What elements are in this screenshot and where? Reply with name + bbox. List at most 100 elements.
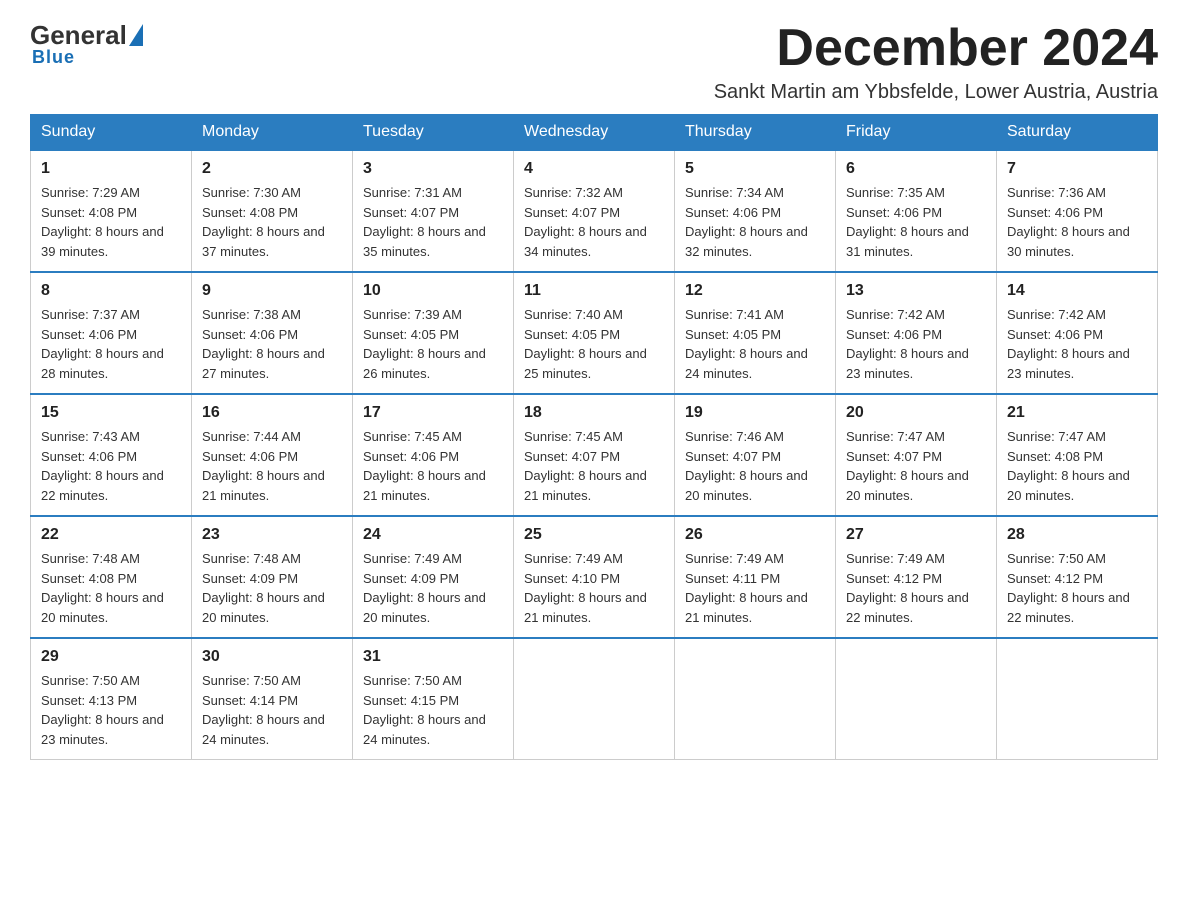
calendar-cell: 15Sunrise: 7:43 AMSunset: 4:06 PMDayligh…: [31, 394, 192, 516]
calendar-header-monday: Monday: [192, 115, 353, 151]
day-info: Sunrise: 7:49 AMSunset: 4:11 PMDaylight:…: [685, 551, 808, 625]
calendar-cell: 14Sunrise: 7:42 AMSunset: 4:06 PMDayligh…: [997, 272, 1158, 394]
day-number: 18: [524, 401, 664, 425]
calendar-cell: 16 Sunrise: 7:44 AMSunset: 4:06 PMDayligh…: [192, 394, 353, 516]
day-info: Sunrise: 7:42 AMSunset: 4:06 PMDaylight:…: [846, 307, 969, 381]
calendar-cell: 4 Sunrise: 7:32 AMSunset: 4:07 PMDaylight…: [514, 150, 675, 272]
day-info: Sunrise: 7:44 AMSunset: 4:06 PMDaylight:…: [202, 429, 325, 503]
calendar-cell: 26 Sunrise: 7:49 AMSunset: 4:11 PMDayligh…: [675, 516, 836, 638]
day-info: Sunrise: 7:49 AMSunset: 4:10 PMDaylight:…: [524, 551, 647, 625]
day-number: 25: [524, 523, 664, 547]
week-row-5: 29 Sunrise: 7:50 AMSunset: 4:13 PMDayligh…: [31, 638, 1158, 760]
day-info: Sunrise: 7:50 AMSunset: 4:13 PMDaylight:…: [41, 673, 164, 747]
day-number: 12: [685, 279, 825, 303]
logo-blue-text: Blue: [32, 47, 75, 68]
calendar-header-wednesday: Wednesday: [514, 115, 675, 151]
calendar-cell: 24 Sunrise: 7:49 AMSunset: 4:09 PMDayligh…: [353, 516, 514, 638]
location-subtitle: Sankt Martin am Ybbsfelde, Lower Austria…: [714, 81, 1158, 104]
calendar-header-tuesday: Tuesday: [353, 115, 514, 151]
day-number: 19: [685, 401, 825, 425]
day-info: Sunrise: 7:43 AMSunset: 4:06 PMDaylight:…: [41, 429, 164, 503]
week-row-1: 1Sunrise: 7:29 AMSunset: 4:08 PMDaylight…: [31, 150, 1158, 272]
day-info: Sunrise: 7:40 AMSunset: 4:05 PMDaylight:…: [524, 307, 647, 381]
day-info: Sunrise: 7:41 AMSunset: 4:05 PMDaylight:…: [685, 307, 808, 381]
calendar-table: SundayMondayTuesdayWednesdayThursdayFrid…: [30, 114, 1158, 760]
calendar-cell: 10 Sunrise: 7:39 AMSunset: 4:05 PMDayligh…: [353, 272, 514, 394]
calendar-header-thursday: Thursday: [675, 115, 836, 151]
calendar-cell: 13 Sunrise: 7:42 AMSunset: 4:06 PMDayligh…: [836, 272, 997, 394]
day-number: 20: [846, 401, 986, 425]
calendar-cell: 17 Sunrise: 7:45 AMSunset: 4:06 PMDayligh…: [353, 394, 514, 516]
logo: General Blue: [30, 20, 143, 68]
calendar-header-sunday: Sunday: [31, 115, 192, 151]
calendar-header-friday: Friday: [836, 115, 997, 151]
day-info: Sunrise: 7:50 AMSunset: 4:15 PMDaylight:…: [363, 673, 486, 747]
calendar-cell: 28Sunrise: 7:50 AMSunset: 4:12 PMDayligh…: [997, 516, 1158, 638]
logo-triangle-icon: [129, 24, 143, 46]
week-row-3: 15Sunrise: 7:43 AMSunset: 4:06 PMDayligh…: [31, 394, 1158, 516]
day-info: Sunrise: 7:48 AMSunset: 4:09 PMDaylight:…: [202, 551, 325, 625]
header-area: General Blue December 2024 Sankt Martin …: [30, 20, 1158, 104]
month-title: December 2024: [714, 20, 1158, 77]
calendar-cell: 1Sunrise: 7:29 AMSunset: 4:08 PMDaylight…: [31, 150, 192, 272]
calendar-cell: 7 Sunrise: 7:36 AMSunset: 4:06 PMDaylight…: [997, 150, 1158, 272]
calendar-cell: 30Sunrise: 7:50 AMSunset: 4:14 PMDayligh…: [192, 638, 353, 760]
day-number: 24: [363, 523, 503, 547]
day-number: 13: [846, 279, 986, 303]
week-row-2: 8Sunrise: 7:37 AMSunset: 4:06 PMDaylight…: [31, 272, 1158, 394]
day-info: Sunrise: 7:36 AMSunset: 4:06 PMDaylight:…: [1007, 185, 1130, 259]
title-area: December 2024 Sankt Martin am Ybbsfelde,…: [714, 20, 1158, 104]
day-info: Sunrise: 7:42 AMSunset: 4:06 PMDaylight:…: [1007, 307, 1130, 381]
day-info: Sunrise: 7:49 AMSunset: 4:12 PMDaylight:…: [846, 551, 969, 625]
day-number: 29: [41, 645, 181, 669]
calendar-cell: 31 Sunrise: 7:50 AMSunset: 4:15 PMDayligh…: [353, 638, 514, 760]
day-number: 17: [363, 401, 503, 425]
day-number: 1: [41, 157, 181, 181]
day-info: Sunrise: 7:49 AMSunset: 4:09 PMDaylight:…: [363, 551, 486, 625]
week-row-4: 22Sunrise: 7:48 AMSunset: 4:08 PMDayligh…: [31, 516, 1158, 638]
day-number: 11: [524, 279, 664, 303]
calendar-cell: 8Sunrise: 7:37 AMSunset: 4:06 PMDaylight…: [31, 272, 192, 394]
day-number: 4: [524, 157, 664, 181]
day-number: 5: [685, 157, 825, 181]
day-number: 3: [363, 157, 503, 181]
calendar-cell: [675, 638, 836, 760]
day-info: Sunrise: 7:39 AMSunset: 4:05 PMDaylight:…: [363, 307, 486, 381]
day-number: 6: [846, 157, 986, 181]
day-number: 23: [202, 523, 342, 547]
day-info: Sunrise: 7:30 AMSunset: 4:08 PMDaylight:…: [202, 185, 325, 259]
day-info: Sunrise: 7:37 AMSunset: 4:06 PMDaylight:…: [41, 307, 164, 381]
calendar-header-saturday: Saturday: [997, 115, 1158, 151]
day-info: Sunrise: 7:50 AMSunset: 4:12 PMDaylight:…: [1007, 551, 1130, 625]
calendar-cell: [836, 638, 997, 760]
calendar-cell: 12 Sunrise: 7:41 AMSunset: 4:05 PMDayligh…: [675, 272, 836, 394]
day-info: Sunrise: 7:45 AMSunset: 4:06 PMDaylight:…: [363, 429, 486, 503]
calendar-cell: 29 Sunrise: 7:50 AMSunset: 4:13 PMDayligh…: [31, 638, 192, 760]
calendar-cell: 25 Sunrise: 7:49 AMSunset: 4:10 PMDayligh…: [514, 516, 675, 638]
calendar-cell: 19Sunrise: 7:46 AMSunset: 4:07 PMDayligh…: [675, 394, 836, 516]
calendar-cell: 2 Sunrise: 7:30 AMSunset: 4:08 PMDaylight…: [192, 150, 353, 272]
calendar-cell: [997, 638, 1158, 760]
calendar-cell: 23 Sunrise: 7:48 AMSunset: 4:09 PMDayligh…: [192, 516, 353, 638]
day-info: Sunrise: 7:47 AMSunset: 4:07 PMDaylight:…: [846, 429, 969, 503]
day-number: 10: [363, 279, 503, 303]
day-number: 31: [363, 645, 503, 669]
day-info: Sunrise: 7:45 AMSunset: 4:07 PMDaylight:…: [524, 429, 647, 503]
day-number: 16: [202, 401, 342, 425]
day-info: Sunrise: 7:32 AMSunset: 4:07 PMDaylight:…: [524, 185, 647, 259]
day-info: Sunrise: 7:47 AMSunset: 4:08 PMDaylight:…: [1007, 429, 1130, 503]
day-number: 7: [1007, 157, 1147, 181]
calendar-cell: 5 Sunrise: 7:34 AMSunset: 4:06 PMDaylight…: [675, 150, 836, 272]
day-number: 9: [202, 279, 342, 303]
calendar-cell: 21Sunrise: 7:47 AMSunset: 4:08 PMDayligh…: [997, 394, 1158, 516]
day-info: Sunrise: 7:35 AMSunset: 4:06 PMDaylight:…: [846, 185, 969, 259]
day-number: 26: [685, 523, 825, 547]
calendar-cell: 6 Sunrise: 7:35 AMSunset: 4:06 PMDaylight…: [836, 150, 997, 272]
calendar-cell: 11 Sunrise: 7:40 AMSunset: 4:05 PMDayligh…: [514, 272, 675, 394]
calendar-header-row: SundayMondayTuesdayWednesdayThursdayFrid…: [31, 115, 1158, 151]
day-number: 22: [41, 523, 181, 547]
calendar-cell: [514, 638, 675, 760]
calendar-cell: 27Sunrise: 7:49 AMSunset: 4:12 PMDayligh…: [836, 516, 997, 638]
day-info: Sunrise: 7:34 AMSunset: 4:06 PMDaylight:…: [685, 185, 808, 259]
day-number: 2: [202, 157, 342, 181]
